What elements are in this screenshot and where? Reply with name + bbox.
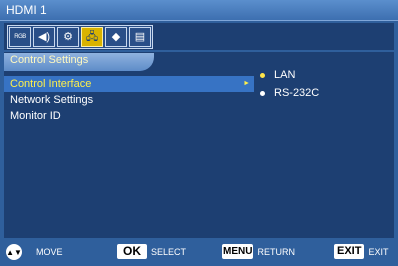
menu-item-label: Control Interface (10, 78, 92, 90)
radio-icon (260, 91, 265, 96)
ok-key-icon: OK (117, 244, 147, 259)
title-bar: HDMI 1 (0, 0, 398, 21)
exit-key-icon: EXIT (334, 244, 365, 259)
button-guide-bar: ▲▼ MOVE OK SELECT MENU RETURN EXIT EXIT (0, 240, 398, 266)
section-title: Control Settings (4, 53, 154, 71)
schedule-icon[interactable]: ▤ (129, 27, 151, 47)
selected-radio-icon (260, 73, 265, 78)
setup-gear-icon[interactable]: ⚙ (57, 27, 79, 47)
menu-item-monitor-id[interactable]: Monitor ID (4, 108, 254, 124)
menu-key-icon: MENU (222, 244, 254, 259)
exit-label: EXIT (368, 246, 389, 257)
move-label: MOVE (36, 247, 63, 257)
select-hint: OK SELECT (117, 244, 186, 259)
settings-menu: Control Interface ► Network Settings Mon… (4, 76, 254, 124)
control-interface-options: LAN RS-232C (258, 66, 319, 102)
menu-category-bar: RGB ◀) ⚙ 🖧 ◆ ▤ (4, 23, 394, 50)
menu-item-label: Monitor ID (10, 110, 61, 122)
select-label: SELECT (151, 246, 187, 257)
option-lan[interactable]: LAN (258, 66, 319, 84)
menu-item-control-interface[interactable]: Control Interface ► (4, 76, 254, 92)
move-arrows-icon: ▲▼ (6, 244, 22, 260)
exit-hint: EXIT EXIT (334, 244, 388, 259)
submenu-arrow-icon: ► (243, 80, 250, 87)
picture-rgb-icon[interactable]: RGB (9, 27, 31, 47)
category-icon-strip: RGB ◀) ⚙ 🖧 ◆ ▤ (7, 25, 153, 49)
move-hint: ▲▼ MOVE (6, 244, 63, 260)
cube-option-icon[interactable]: ◆ (105, 27, 127, 47)
sound-icon[interactable]: ◀) (33, 27, 55, 47)
network-control-icon[interactable]: 🖧 (81, 27, 103, 47)
menu-item-network-settings[interactable]: Network Settings (4, 92, 254, 108)
return-label: RETURN (257, 246, 295, 257)
input-source-title: HDMI 1 (6, 3, 47, 17)
option-label: LAN (274, 69, 296, 81)
menu-item-label: Network Settings (10, 94, 94, 106)
option-label: RS-232C (274, 87, 320, 99)
option-rs232c[interactable]: RS-232C (258, 84, 319, 102)
return-hint: MENU RETURN (222, 244, 295, 259)
